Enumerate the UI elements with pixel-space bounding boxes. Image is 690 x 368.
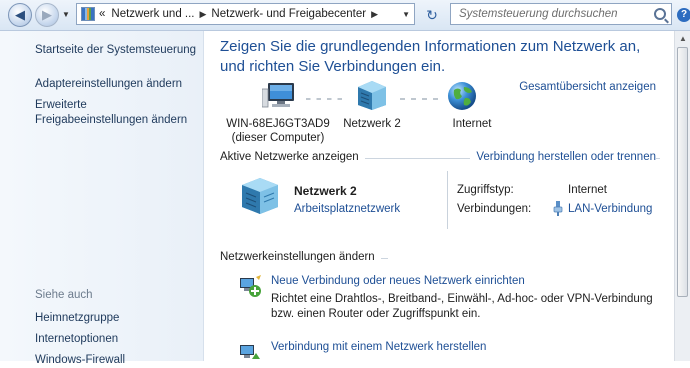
access-type-label: Zugriffstyp: [457, 184, 514, 196]
address-toolbar: ◀ ▶ ▼ « Netzwerk und ... ▶ Netzwerk- und… [0, 0, 690, 31]
forward-arrow-icon: ▶ [42, 7, 52, 22]
search-icon[interactable] [654, 8, 666, 20]
vertical-scrollbar[interactable]: ▲ [674, 31, 690, 361]
control-panel-icon [81, 7, 95, 21]
network-settings-heading: Netzwerkeinstellungen ändern [220, 251, 381, 263]
breadcrumb-overflow[interactable]: « [99, 8, 105, 20]
address-dropdown-icon[interactable]: ▼ [402, 10, 410, 19]
task-pane: Startseite der Systemsteuerung Adapterei… [0, 31, 204, 366]
page-title: Zeigen Sie die grundlegenden Information… [220, 38, 641, 75]
lan-plug-icon [553, 201, 563, 216]
computer-icon[interactable] [262, 81, 298, 111]
access-type-value: Internet [568, 184, 607, 196]
vertical-divider [447, 171, 448, 229]
breadcrumb-separator-icon[interactable]: ▶ [200, 9, 207, 20]
main-content: Zeigen Sie die grundlegenden Information… [204, 31, 674, 361]
active-network-name: Netzwerk 2 [294, 184, 357, 198]
setup-new-connection-description: Richtet eine Drahtlos-, Breitband-, Einw… [271, 293, 653, 320]
setup-new-connection-link[interactable]: Neue Verbindung oder neues Netzwerk einr… [271, 275, 525, 287]
see-also-heading: Siehe auch [35, 289, 93, 301]
scrollbar-thumb[interactable] [677, 47, 688, 297]
computer-name: WIN-68EJ6GT3AD9 [226, 118, 330, 130]
new-connection-icon[interactable] [238, 274, 262, 298]
help-icon[interactable]: ? [677, 8, 690, 22]
connect-network-icon[interactable] [238, 339, 262, 363]
sidebar-item-change-adapter-settings[interactable]: Adaptereinstellungen ändern [35, 77, 182, 92]
sidebar-item-control-panel-home[interactable]: Startseite der Systemsteuerung [35, 43, 196, 58]
sidebar-item-advanced-sharing-settings[interactable]: Erweiterte Freigabeeinstellungen ändern [35, 98, 195, 128]
search-box[interactable]: Systemsteuerung durchsuchen [450, 3, 672, 25]
network-icon[interactable] [354, 79, 390, 111]
link-line-2 [394, 98, 444, 100]
breadcrumb-network-sharing-center[interactable]: Netzwerk- und Freigabecenter [211, 8, 366, 20]
recent-pages-dropdown[interactable]: ▼ [62, 10, 70, 19]
sidebar-item-homegroup[interactable]: Heimnetzgruppe [35, 311, 119, 326]
connect-disconnect-link[interactable]: Verbindung herstellen oder trennen [470, 151, 656, 163]
active-networks-heading: Aktive Netzwerke anzeigen [220, 151, 365, 163]
address-bar[interactable]: « Netzwerk und ... ▶ Netzwerk- und Freig… [76, 3, 415, 25]
network-location-link[interactable]: Arbeitsplatznetzwerk [294, 203, 400, 215]
scroll-up-icon[interactable]: ▲ [678, 34, 688, 44]
back-button[interactable]: ◀ [8, 3, 32, 27]
connect-to-network-link[interactable]: Verbindung mit einem Netzwerk herstellen [271, 341, 486, 353]
breadcrumb-network-and-internet[interactable]: Netzwerk und ... [111, 8, 194, 20]
connections-label: Verbindungen: [457, 203, 532, 215]
search-input[interactable]: Systemsteuerung durchsuchen [451, 8, 618, 20]
globe-icon[interactable] [447, 81, 477, 111]
back-arrow-icon: ◀ [15, 7, 25, 22]
internet-node-label: Internet [452, 118, 492, 130]
forward-button[interactable]: ▶ [35, 3, 59, 27]
link-line-1 [300, 98, 348, 100]
network-icon[interactable] [238, 175, 282, 215]
breadcrumb-separator-icon[interactable]: ▶ [371, 9, 378, 20]
lan-connection-link[interactable]: LAN-Verbindung [568, 203, 652, 215]
network-node-label: Netzwerk 2 [343, 118, 401, 130]
refresh-icon[interactable]: ↻ [422, 5, 442, 25]
sidebar-item-internet-options[interactable]: Internetoptionen [35, 332, 118, 347]
full-map-link[interactable]: Gesamtübersicht anzeigen [519, 81, 656, 93]
computer-sub-label: (dieser Computer) [231, 132, 325, 144]
